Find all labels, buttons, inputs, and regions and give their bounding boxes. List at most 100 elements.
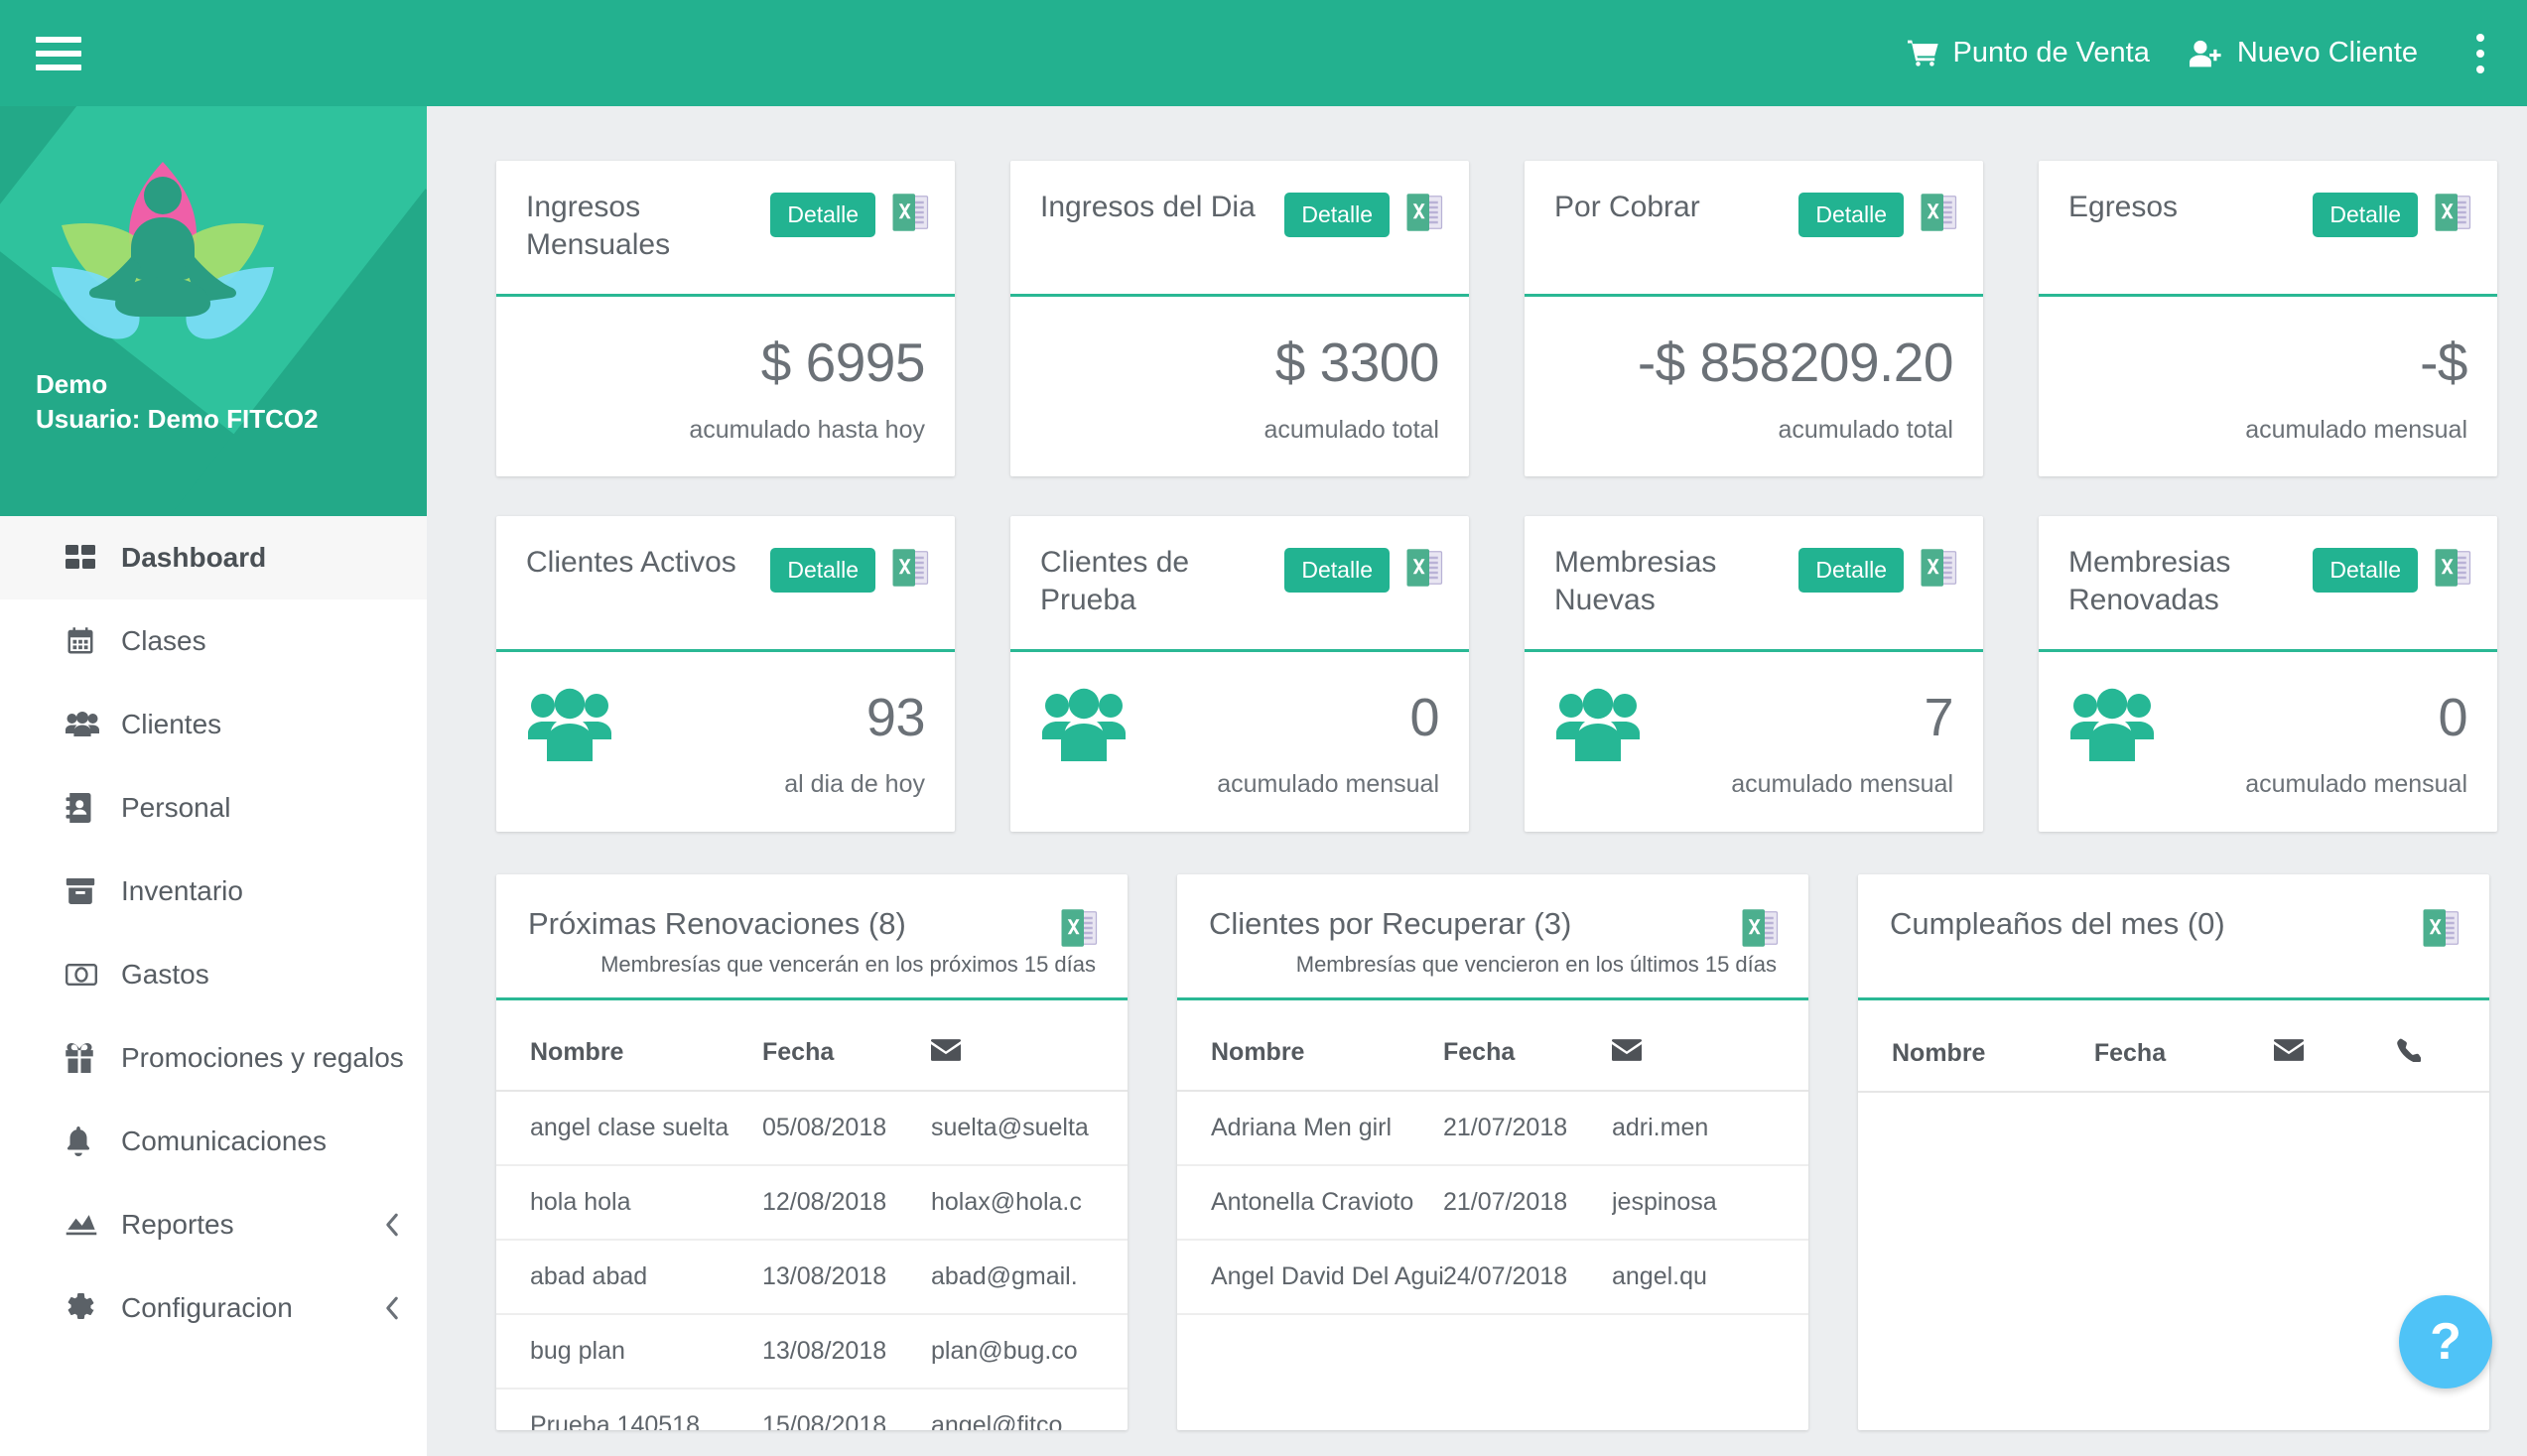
- chevron-left-icon[interactable]: [383, 1211, 401, 1239]
- detalle-button[interactable]: Detalle: [1798, 548, 1904, 593]
- detalle-button[interactable]: Detalle: [1284, 193, 1390, 237]
- card-header: Membresias Nuevas Detalle: [1525, 516, 1983, 652]
- cell-email: holax@hola.c: [931, 1164, 1128, 1241]
- main-content: Ingresos Mensuales Detalle $ 6995 acumul…: [427, 106, 2527, 1456]
- card-body: $ 3300 acumulado total: [1010, 297, 1469, 476]
- stat-cards-row-2: Clientes Activos Detalle 93 al dia de ho…: [496, 516, 2497, 832]
- panel-header: Clientes por Recuperar (3) Membresías qu…: [1177, 874, 1808, 1000]
- cell-fecha: 15/08/2018: [762, 1388, 931, 1430]
- excel-export-icon[interactable]: [891, 193, 929, 237]
- chevron-left-icon[interactable]: [383, 1294, 401, 1322]
- table-row[interactable]: Adriana Men girl 21/07/2018 adri.men: [1177, 1090, 1808, 1166]
- card-subtitle: acumulado mensual: [1731, 770, 1953, 798]
- excel-export-icon[interactable]: [2434, 193, 2471, 237]
- nuevo-cliente-button[interactable]: Nuevo Cliente: [2189, 37, 2418, 69]
- card-subtitle: acumulado mensual: [2245, 415, 2467, 444]
- area-chart-icon: [66, 1213, 111, 1237]
- card-title: Membresias Nuevas: [1554, 546, 1717, 617]
- cell-nombre: Prueba 140518: [496, 1388, 762, 1430]
- cell-fecha: 12/08/2018: [762, 1164, 931, 1241]
- card-por-cobrar: Por Cobrar Detalle -$ 858209.20 acumulad…: [1525, 161, 1983, 476]
- brand-header: Demo Usuario: Demo FITCO2: [0, 106, 427, 516]
- table-row[interactable]: Prueba 140518 15/08/2018 angel@fitco.: [496, 1388, 1128, 1430]
- sidebar: Demo Usuario: Demo FITCO2 Dashboard Clas…: [0, 106, 427, 1456]
- cell-nombre: Antonella Cravioto: [1177, 1164, 1443, 1241]
- sidebar-item-clases[interactable]: Clases: [0, 599, 427, 683]
- card-title: Ingresos del Dia: [1040, 191, 1256, 223]
- cell-fecha: 13/08/2018: [762, 1313, 931, 1390]
- stat-cards-row-1: Ingresos Mensuales Detalle $ 6995 acumul…: [496, 161, 2497, 476]
- sidebar-item-reportes[interactable]: Reportes: [0, 1183, 427, 1266]
- sidebar-item-promociones-y-regalos[interactable]: Promociones y regalos: [0, 1016, 427, 1100]
- detalle-button[interactable]: Detalle: [770, 193, 875, 237]
- cell-nombre: Adriana Men girl: [1177, 1090, 1443, 1166]
- recuperar-table: Nombre Fecha Adriana Men girl 21/07/2018…: [1177, 1000, 1808, 1315]
- table-header-row: Nombre Fecha: [1858, 1000, 2489, 1093]
- excel-export-icon[interactable]: [1405, 548, 1443, 593]
- renovaciones-table: Nombre Fecha angel clase suelta 05/08/20…: [496, 1000, 1128, 1430]
- panel-title: Próximas Renovaciones (8): [528, 906, 906, 941]
- hamburger-menu-icon[interactable]: [36, 36, 81, 70]
- cell-nombre: angel clase suelta: [496, 1090, 762, 1166]
- table-row[interactable]: abad abad 13/08/2018 abad@gmail.: [496, 1239, 1128, 1315]
- envelope-icon: [1612, 1038, 1642, 1068]
- table-row[interactable]: hola hola 12/08/2018 holax@hola.c: [496, 1164, 1128, 1241]
- detalle-button[interactable]: Detalle: [1284, 548, 1390, 593]
- excel-export-icon[interactable]: [1920, 193, 1957, 237]
- sidebar-item-label: Promociones y regalos: [121, 1042, 404, 1073]
- phone-icon: [2397, 1038, 2422, 1069]
- bell-icon: [66, 1126, 111, 1156]
- detalle-button[interactable]: Detalle: [2313, 548, 2418, 593]
- sidebar-item-configuracion[interactable]: Configuracion: [0, 1266, 427, 1350]
- detalle-button[interactable]: Detalle: [1798, 193, 1904, 237]
- sidebar-item-label: Inventario: [121, 875, 243, 906]
- cell-email: angel@fitco.: [931, 1388, 1128, 1430]
- shopping-cart-icon: [1907, 38, 1939, 69]
- cell-email: suelta@suelta: [931, 1090, 1128, 1166]
- detalle-button[interactable]: Detalle: [2313, 193, 2418, 237]
- excel-export-icon[interactable]: [1405, 193, 1443, 237]
- table-row[interactable]: Antonella Cravioto 21/07/2018 jespinosa: [1177, 1164, 1808, 1241]
- cell-email: angel.qu: [1612, 1239, 1808, 1315]
- card-body: 0 acumulado mensual: [1010, 652, 1469, 832]
- recuperar-table-body: Adriana Men girl 21/07/2018 adri.men Ant…: [1177, 1090, 1808, 1315]
- card-subtitle: acumulado total: [1778, 415, 1953, 444]
- excel-export-icon[interactable]: [1920, 548, 1957, 593]
- table-row[interactable]: Angel David Del Aguila 24/07/2018 angel.…: [1177, 1239, 1808, 1315]
- panel-title: Clientes por Recuperar (3): [1209, 906, 1572, 941]
- excel-export-icon[interactable]: [1060, 908, 1098, 953]
- card-subtitle: acumulado mensual: [1217, 770, 1439, 798]
- sidebar-item-comunicaciones[interactable]: Comunicaciones: [0, 1100, 427, 1183]
- sidebar-item-dashboard[interactable]: Dashboard: [0, 516, 427, 599]
- cell-nombre: abad abad: [496, 1239, 762, 1315]
- card-subtitle: acumulado total: [1264, 415, 1439, 444]
- sidebar-item-gastos[interactable]: Gastos: [0, 933, 427, 1016]
- detalle-button[interactable]: Detalle: [770, 548, 875, 593]
- help-button[interactable]: ?: [2399, 1295, 2492, 1389]
- gear-icon: [66, 1293, 111, 1323]
- sidebar-item-inventario[interactable]: Inventario: [0, 850, 427, 933]
- excel-export-icon[interactable]: [2422, 908, 2460, 953]
- table-row[interactable]: bug plan 13/08/2018 plan@bug.co: [496, 1313, 1128, 1390]
- table-row[interactable]: angel clase suelta 05/08/2018 suelta@sue…: [496, 1090, 1128, 1166]
- brand-user: Usuario: Demo FITCO2: [36, 403, 319, 434]
- renovaciones-table-body: angel clase suelta 05/08/2018 suelta@sue…: [496, 1090, 1128, 1430]
- excel-export-icon[interactable]: [2434, 548, 2471, 593]
- card-value: $ 6995: [760, 331, 926, 393]
- excel-export-icon[interactable]: [1741, 908, 1779, 953]
- punto-de-venta-button[interactable]: Punto de Venta: [1907, 37, 2150, 69]
- excel-export-icon[interactable]: [891, 548, 929, 593]
- card-clientes-de-prueba: Clientes de Prueba Detalle 0 acumulado m…: [1010, 516, 1469, 832]
- panel-subtitle: Membresías que vencerán en los próximos …: [600, 952, 1096, 977]
- brand-name: Demo: [36, 368, 108, 399]
- panel-proximas-renovaciones: Próximas Renovaciones (8) Membresías que…: [496, 874, 1128, 1430]
- sidebar-item-clientes[interactable]: Clientes: [0, 683, 427, 766]
- sidebar-item-personal[interactable]: Personal: [0, 766, 427, 850]
- sidebar-item-label: Clientes: [121, 709, 222, 739]
- kebab-menu-icon[interactable]: [2463, 31, 2497, 76]
- column-header-email: [1612, 1000, 1808, 1092]
- archive-box-icon: [66, 878, 111, 904]
- cell-fecha: 21/07/2018: [1443, 1090, 1612, 1166]
- brand-text-block: Demo Usuario: Demo FITCO2: [36, 367, 319, 437]
- cell-fecha: 24/07/2018: [1443, 1239, 1612, 1315]
